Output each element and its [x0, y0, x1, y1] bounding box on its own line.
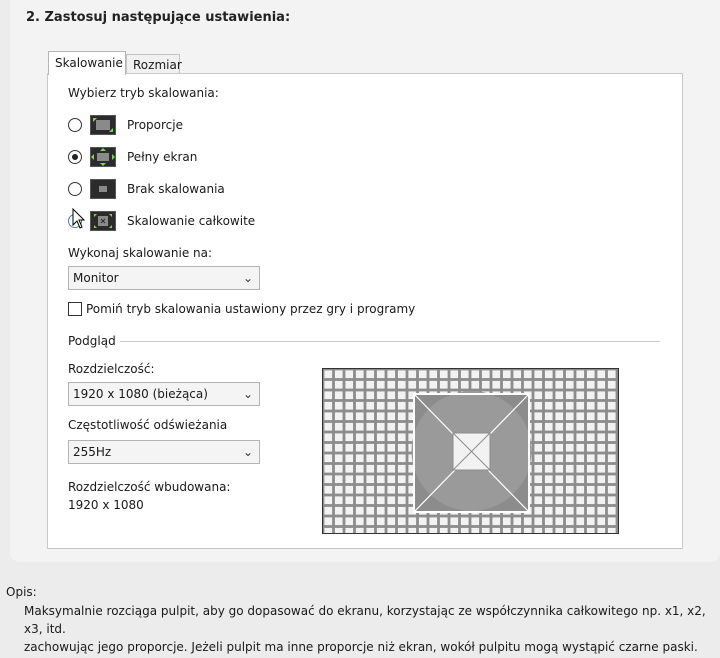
refresh-rate-value: 255Hz: [73, 445, 112, 459]
description-line-2: zachowując jego proporcje. Jeżeli pulpit…: [24, 640, 698, 654]
chevron-down-icon: ⌄: [242, 445, 253, 459]
radio-aspect-ratio[interactable]: [68, 118, 82, 132]
integer-scaling-icon: [90, 211, 116, 231]
mouse-cursor-icon: [72, 208, 86, 229]
preview-test-pattern: [323, 369, 618, 533]
section-title: 2. Zastosuj następujące ustawienia:: [26, 10, 291, 25]
chevron-down-icon: ⌄: [242, 387, 253, 401]
perform-on-value: Monitor: [73, 271, 119, 285]
preview-divider: [120, 341, 660, 342]
full-screen-icon: [90, 147, 116, 167]
resolution-dropdown[interactable]: 1920 x 1080 (bieżąca) ⌄: [68, 382, 260, 406]
scaling-mode-prompt: Wybierz tryb skalowania:: [68, 86, 219, 100]
override-scaling-label[interactable]: Pomiń tryb skalowania ustawiony przez gr…: [86, 302, 415, 316]
mode-label-full-screen[interactable]: Pełny ekran: [127, 150, 197, 164]
override-scaling-checkbox[interactable]: [68, 302, 82, 316]
perform-on-dropdown[interactable]: Monitor ⌄: [68, 266, 260, 290]
mode-label-integer-scaling[interactable]: Skalowanie całkowite: [127, 214, 255, 228]
radio-full-screen[interactable]: [68, 150, 82, 164]
chevron-down-icon: ⌄: [242, 271, 253, 285]
description-text: Maksymalnie rozciąga pulpit, aby go dopa…: [24, 602, 714, 656]
mode-label-aspect-ratio[interactable]: Proporcje: [127, 118, 183, 132]
tab-size[interactable]: Rozmiar: [126, 54, 182, 74]
mode-label-no-scaling[interactable]: Brak skalowania: [127, 182, 225, 196]
tab-scaling[interactable]: Skalowanie: [48, 51, 126, 75]
resolution-value: 1920 x 1080 (bieżąca): [73, 387, 208, 401]
scaling-preview: [322, 368, 619, 534]
native-resolution-value: 1920 x 1080: [68, 498, 144, 512]
description-line-1: Maksymalnie rozciąga pulpit, aby go dopa…: [24, 604, 706, 636]
refresh-rate-dropdown[interactable]: 255Hz ⌄: [68, 440, 260, 464]
aspect-ratio-icon: [90, 115, 116, 135]
description-label: Opis:: [6, 585, 37, 599]
resolution-label: Rozdzielczość:: [68, 362, 155, 376]
native-resolution-label: Rozdzielczość wbudowana:: [68, 480, 231, 494]
preview-heading: Podgląd: [68, 334, 116, 348]
radio-no-scaling[interactable]: [68, 182, 82, 196]
no-scaling-icon: [90, 179, 116, 199]
refresh-rate-label: Częstotliwość odświeżania: [68, 418, 228, 432]
perform-on-label: Wykonaj skalowanie na:: [68, 246, 213, 260]
